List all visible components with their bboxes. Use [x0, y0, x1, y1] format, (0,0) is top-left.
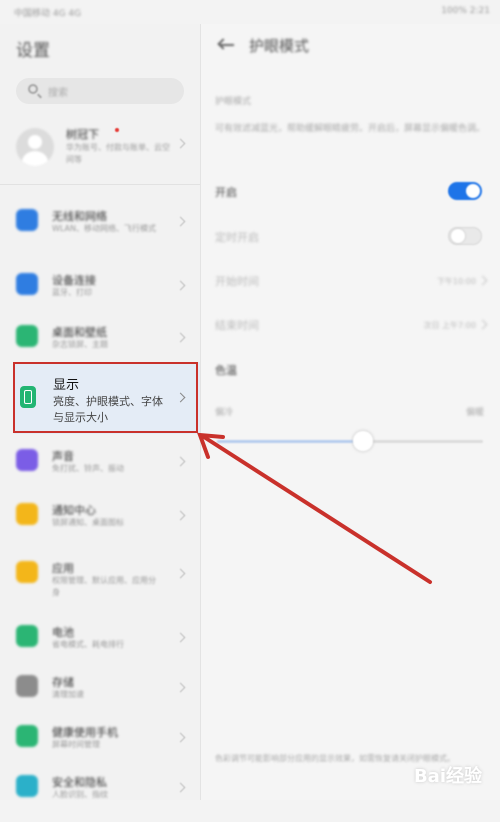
highlight-box — [13, 362, 198, 433]
menu-item-title: 无线和网络 — [52, 210, 107, 223]
menu-item-security-privacy[interactable]: 安全和隐私 人脸识别、指纹 — [0, 762, 200, 822]
enable-toggle[interactable] — [448, 182, 482, 200]
system-status: 100% 2:21 — [441, 6, 490, 16]
apps-icon — [16, 561, 38, 583]
battery-icon — [16, 625, 38, 647]
end-time-value[interactable]: 次日 上午7:00 — [423, 320, 476, 331]
color-temp-slider[interactable] — [217, 431, 483, 451]
menu-item-sub: 蓝牙、打印 — [52, 288, 92, 297]
menu-item-title: 电池 — [52, 626, 74, 639]
menu-item-wireless[interactable]: 无线和网络 WLAN、移动网络、飞行模式 — [0, 196, 200, 256]
chevron-right-icon — [175, 782, 186, 793]
menu-item-title: 通知中心 — [52, 504, 96, 517]
start-time-value[interactable]: 下午10:00 — [437, 276, 476, 287]
menu-item-sub: 锁屏通知、桌面图标 — [52, 518, 124, 527]
menu-item-title: 安全和隐私 — [52, 776, 107, 789]
menu-item-title: 桌面和壁纸 — [52, 326, 107, 339]
search-icon — [28, 84, 38, 94]
chevron-right-icon — [175, 216, 186, 227]
chevron-right-icon — [175, 332, 186, 343]
chevron-right-icon — [175, 732, 186, 743]
page-title: 设置 — [16, 41, 50, 61]
slider-thumb[interactable] — [353, 431, 373, 451]
wallpaper-icon — [16, 325, 38, 347]
chevron-right-icon — [477, 319, 488, 330]
menu-item-apps[interactable]: 应用 权限管理、默认应用、应用分身 — [0, 548, 200, 608]
status-bar: 中国移动 4G 4G 100% 2:21 — [0, 0, 500, 24]
color-temp-label: 色温 — [215, 364, 237, 377]
hourglass-icon — [16, 725, 38, 747]
menu-item-sound[interactable]: 声音 免打扰、铃声、振动 — [0, 436, 200, 496]
chevron-right-icon — [477, 275, 488, 286]
start-time-label: 开始时间 — [215, 275, 259, 288]
slider-high-label: 偏暖 — [465, 408, 484, 418]
chevron-right-icon — [175, 510, 186, 521]
account-name: 树冠下 — [66, 128, 99, 141]
search-placeholder: 搜索 — [48, 88, 68, 99]
account-desc: 华为账号、付款与账单、云空间等 — [66, 143, 170, 164]
enable-label: 开启 — [215, 186, 237, 199]
menu-item-sub: 屏幕时间管理 — [52, 740, 100, 749]
chevron-right-icon — [175, 568, 186, 579]
chevron-right-icon — [175, 280, 186, 291]
menu-item-sub: 省电模式、耗电排行 — [52, 640, 124, 649]
account-entry[interactable]: 树冠下 华为账号、付款与账单、云空间等 — [0, 120, 200, 188]
menu-item-title: 设备连接 — [52, 274, 96, 287]
scheduled-toggle[interactable] — [448, 227, 482, 245]
chevron-right-icon — [175, 632, 186, 643]
menu-item-sub: 清理加速 — [52, 690, 84, 699]
page-title: 护眼模式 — [249, 37, 310, 55]
end-time-label: 结束时间 — [215, 319, 259, 332]
chevron-right-icon — [175, 682, 186, 693]
menu-item-sub: WLAN、移动网络、飞行模式 — [52, 224, 157, 233]
description: 可有效滤减蓝光，帮助缓解眼睛疲劳。开启后，屏幕显示偏暖色调。 — [215, 124, 486, 134]
wifi-icon — [16, 209, 38, 231]
scheduled-label: 定时开启 — [215, 231, 259, 244]
menu-item-title: 应用 — [52, 562, 74, 575]
slider-low-label: 偏冷 — [215, 408, 234, 418]
storage-icon — [16, 675, 38, 697]
notification-dot — [115, 128, 119, 132]
avatar — [16, 128, 54, 166]
menu-item-sub: 权限管理、默认应用、应用分身 — [52, 576, 156, 597]
menu-item-notifications[interactable]: 通知中心 锁屏通知、桌面图标 — [0, 490, 200, 550]
menu-item-title: 健康使用手机 — [52, 726, 118, 739]
carrier-status: 中国移动 4G 4G — [14, 9, 82, 19]
menu-item-title: 存储 — [52, 676, 74, 689]
section-label: 护眼模式 — [215, 97, 252, 107]
chevron-right-icon — [175, 456, 186, 467]
menu-item-sub: 免打扰、铃声、振动 — [52, 464, 124, 473]
shield-icon — [16, 775, 38, 797]
divider — [0, 184, 200, 185]
watermark: Bai经验 — [413, 766, 482, 787]
search-input[interactable]: 搜索 — [16, 78, 184, 104]
menu-item-sub: 人脸识别、指纹 — [52, 790, 108, 799]
slider-fill — [217, 440, 363, 443]
notification-icon — [16, 503, 38, 525]
chevron-right-icon — [175, 138, 186, 149]
menu-item-title: 声音 — [52, 450, 74, 463]
menu-item-device-connection[interactable]: 设备连接 蓝牙、打印 — [0, 260, 200, 320]
back-arrow-icon[interactable] — [217, 38, 235, 52]
sound-icon — [16, 449, 38, 471]
menu-item-sub: 杂志锁屏、主题 — [52, 340, 108, 349]
device-connection-icon — [16, 273, 38, 295]
eye-comfort-pane: 护眼模式 护眼模式 可有效滤减蓝光，帮助缓解眼睛疲劳。开启后，屏幕显示偏暖色调。… — [201, 24, 500, 800]
